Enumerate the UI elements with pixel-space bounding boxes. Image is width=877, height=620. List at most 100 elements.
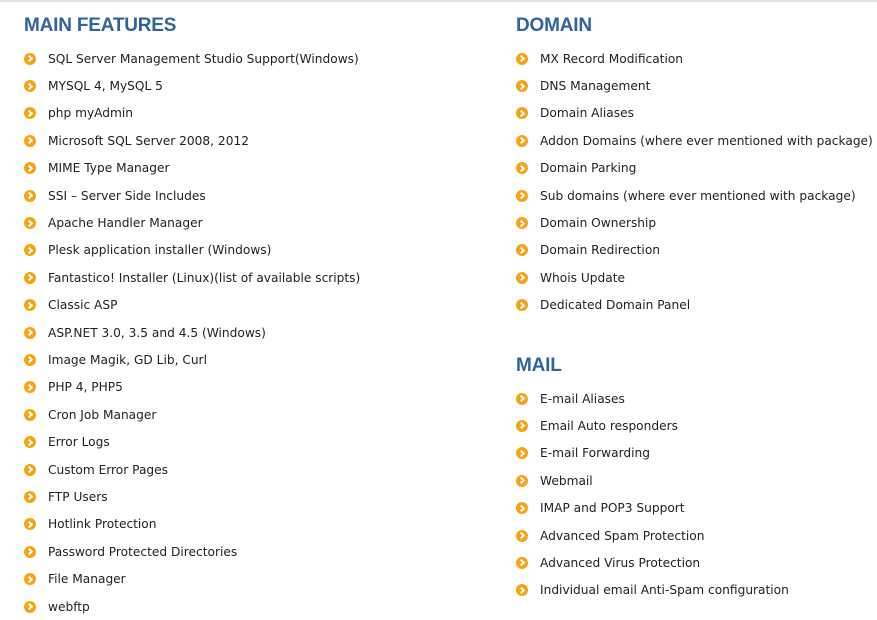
list-item-label: File Manager — [48, 572, 126, 587]
chevron-circle-right-icon — [24, 381, 36, 394]
chevron-circle-right-icon — [24, 353, 36, 366]
chevron-circle-right-icon — [516, 162, 528, 175]
list-item-label: ASP.NET 3.0, 3.5 and 4.5 (Windows) — [48, 325, 266, 340]
list-item: Advanced Virus Protection — [516, 549, 876, 576]
mail-heading: MAIL — [516, 354, 562, 376]
list-item-label: PHP 4, PHP5 — [48, 380, 123, 395]
list-item-label: Microsoft SQL Server 2008, 2012 — [48, 133, 249, 148]
list-item: Cron Job Manager — [24, 401, 484, 428]
chevron-circle-right-icon — [24, 573, 36, 586]
list-item: Domain Parking — [516, 155, 876, 182]
list-item-label: Apache Handler Manager — [48, 216, 203, 231]
domain-section: DOMAIN MX Record Modification DNS Managem… — [516, 15, 876, 319]
list-item: Addon Domains (where ever mentioned with… — [516, 127, 876, 154]
list-item-label: Advanced Spam Protection — [540, 528, 705, 543]
chevron-circle-right-icon — [516, 556, 528, 569]
chevron-circle-right-icon — [516, 392, 528, 405]
list-item-label: MIME Type Manager — [48, 161, 170, 176]
list-item-label: Error Logs — [48, 435, 110, 450]
chevron-circle-right-icon — [516, 447, 528, 460]
list-item-label: Classic ASP — [48, 298, 118, 313]
domain-heading: DOMAIN — [516, 15, 592, 36]
mail-section: MAIL E-mail Aliases Email Auto responders… — [516, 355, 876, 604]
domain-list: MX Record Modification DNS Management Doma… — [516, 45, 876, 319]
main-features-heading: MAIN FEATURES — [24, 15, 177, 36]
list-item-label: MX Record Modification — [540, 51, 684, 66]
chevron-circle-right-icon — [24, 518, 36, 531]
list-item: Password Protected Directories — [24, 538, 484, 565]
list-item: Whois Update — [516, 264, 876, 291]
chevron-circle-right-icon — [24, 107, 36, 120]
list-item-label: Domain Ownership — [540, 216, 657, 231]
list-item: E-mail Forwarding — [516, 440, 876, 467]
domain-mail-column: DOMAIN MX Record Modification DNS Managem… — [516, 2, 876, 604]
main-features-list: SQL Server Management Studio Support(Win… — [24, 45, 484, 620]
list-item-label: Individual email Anti-Spam configuration — [540, 583, 789, 598]
list-item-label: Hotlink Protection — [48, 517, 157, 532]
list-item: FTP Users — [24, 483, 484, 510]
list-item-label: E-mail Aliases — [540, 391, 625, 406]
list-item-label: Domain Aliases — [540, 106, 634, 121]
list-item-label: Password Protected Directories — [48, 544, 238, 559]
list-item-label: Cron Job Manager — [48, 407, 157, 422]
list-item: MIME Type Manager — [24, 155, 484, 182]
chevron-circle-right-icon — [516, 189, 528, 202]
chevron-circle-right-icon — [516, 502, 528, 515]
list-item: Classic ASP — [24, 292, 484, 319]
list-item-label: MYSQL 4, MySQL 5 — [48, 79, 163, 94]
list-item: Image Magik, GD Lib, Curl — [24, 346, 484, 373]
list-item: Webmail — [516, 467, 876, 494]
list-item: Sub domains (where ever mentioned with p… — [516, 182, 876, 209]
list-item: Domain Redirection — [516, 237, 876, 264]
list-item-label: DNS Management — [540, 79, 651, 94]
list-item-label: SSI – Server Side Includes — [48, 188, 206, 203]
chevron-circle-right-icon — [516, 584, 528, 597]
chevron-circle-right-icon — [24, 217, 36, 230]
chevron-circle-right-icon — [516, 134, 528, 147]
list-item-label: webftp — [48, 599, 90, 614]
chevron-circle-right-icon — [516, 529, 528, 542]
list-item: MX Record Modification — [516, 45, 876, 72]
chevron-circle-right-icon — [24, 326, 36, 339]
list-item-label: Addon Domains (where ever mentioned with… — [540, 133, 873, 148]
list-item-label: php myAdmin — [48, 106, 133, 121]
chevron-circle-right-icon — [516, 80, 528, 93]
list-item-label: Sub domains (where ever mentioned with p… — [540, 188, 856, 203]
chevron-circle-right-icon — [24, 408, 36, 421]
list-item-label: Dedicated Domain Panel — [540, 298, 691, 313]
chevron-circle-right-icon — [24, 52, 36, 65]
list-item-label: IMAP and POP3 Support — [540, 501, 685, 516]
list-item-label: Custom Error Pages — [48, 462, 168, 477]
list-item: E-mail Aliases — [516, 385, 876, 412]
chevron-circle-right-icon — [516, 271, 528, 284]
chevron-circle-right-icon — [516, 52, 528, 65]
list-item-label: E-mail Forwarding — [540, 446, 650, 461]
chevron-circle-right-icon — [24, 436, 36, 449]
list-item: MYSQL 4, MySQL 5 — [24, 72, 484, 99]
mail-list: E-mail Aliases Email Auto responders E-mai… — [516, 385, 876, 604]
list-item-label: Webmail — [540, 473, 593, 488]
chevron-circle-right-icon — [516, 107, 528, 120]
list-item: Individual email Anti-Spam configuration — [516, 577, 876, 604]
list-item: Fantastico! Installer (Linux)(list of av… — [24, 264, 484, 291]
list-item: SSI – Server Side Includes — [24, 182, 484, 209]
chevron-circle-right-icon — [24, 162, 36, 175]
main-features-section: MAIN FEATURES SQL Server Management Stud… — [24, 2, 484, 620]
list-item: DNS Management — [516, 72, 876, 99]
list-item-label: Advanced Virus Protection — [540, 555, 701, 570]
list-item-label: Email Auto responders — [540, 418, 678, 433]
list-item-label: Plesk application installer (Windows) — [48, 243, 272, 258]
list-item: Apache Handler Manager — [24, 209, 484, 236]
list-item: Dedicated Domain Panel — [516, 292, 876, 319]
list-item: Email Auto responders — [516, 412, 876, 439]
list-item: ASP.NET 3.0, 3.5 and 4.5 (Windows) — [24, 319, 484, 346]
list-item: Domain Ownership — [516, 209, 876, 236]
list-item: PHP 4, PHP5 — [24, 374, 484, 401]
list-item: SQL Server Management Studio Support(Win… — [24, 45, 484, 72]
chevron-circle-right-icon — [516, 244, 528, 257]
list-item-label: Domain Redirection — [540, 243, 660, 258]
list-item-label: FTP Users — [48, 489, 108, 504]
chevron-circle-right-icon — [516, 419, 528, 432]
chevron-circle-right-icon — [24, 600, 36, 613]
list-item-label: Domain Parking — [540, 161, 637, 176]
